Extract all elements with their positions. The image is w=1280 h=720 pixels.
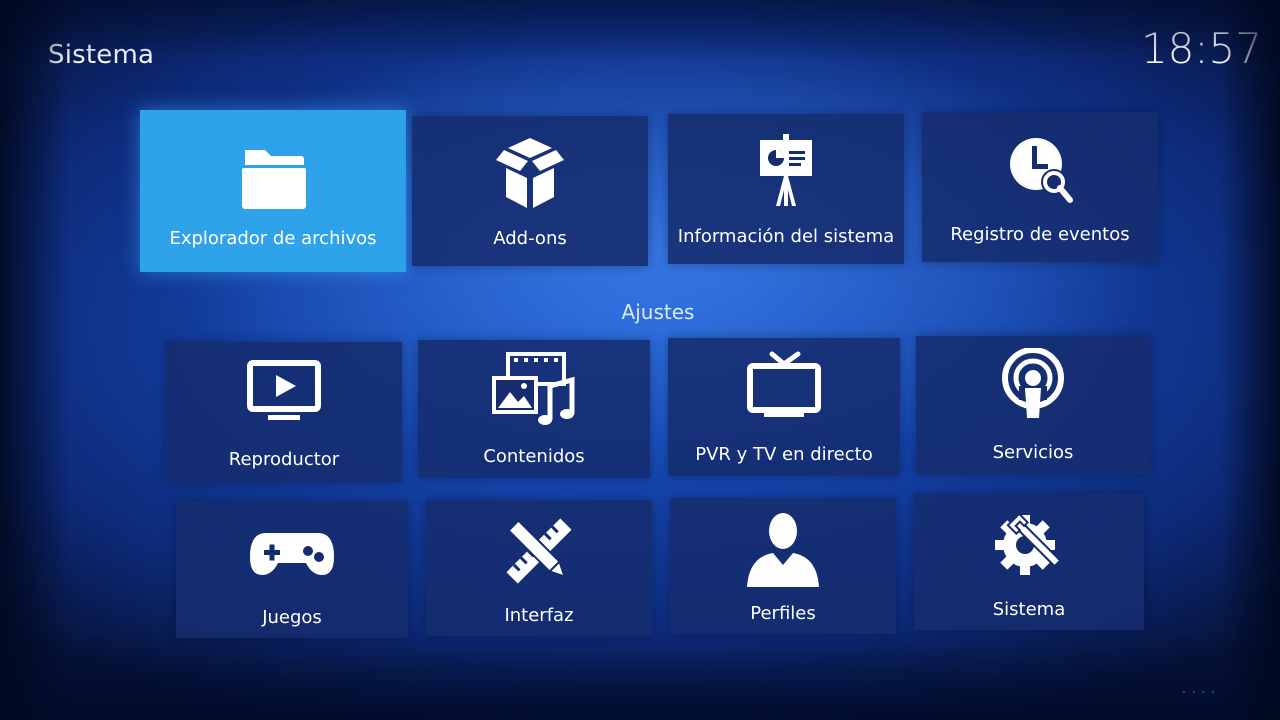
play-monitor-icon [234, 355, 334, 435]
tile-label: Perfiles [750, 602, 816, 624]
tile-label: Explorador de archivos [169, 227, 377, 249]
pencil-ruler-icon [489, 511, 589, 591]
box-icon [480, 134, 580, 214]
presentation-icon [736, 132, 836, 212]
tile-label: Add-ons [493, 227, 567, 249]
tile-player[interactable]: Reproductor [166, 342, 402, 482]
tile-label: Interfaz [504, 604, 574, 626]
tile-event-log[interactable]: Registro de eventos [922, 112, 1158, 262]
tile-label: Juegos [262, 606, 322, 628]
tile-interface[interactable]: Interfaz [426, 500, 652, 636]
tile-media[interactable]: Contenidos [418, 340, 650, 478]
page-indicator-dots: .... [1181, 677, 1220, 698]
gamepad-icon [242, 513, 342, 593]
tile-services[interactable]: Servicios [916, 336, 1150, 474]
tile-label: Registro de eventos [950, 223, 1130, 245]
tile-pvr-live-tv[interactable]: PVR y TV en directo [668, 338, 900, 476]
folder-icon [223, 134, 323, 214]
tile-games[interactable]: Juegos [176, 502, 408, 638]
section-title-settings: Ajustes [621, 300, 695, 324]
tile-file-explorer[interactable]: Explorador de archivos [140, 110, 406, 272]
tile-addons[interactable]: Add-ons [412, 116, 648, 266]
gear-wrench-icon [979, 505, 1079, 585]
tile-profiles[interactable]: Perfiles [670, 498, 896, 634]
clock-search-icon [990, 130, 1090, 210]
tile-label: PVR y TV en directo [695, 443, 873, 465]
tile-system[interactable]: Sistema [914, 494, 1144, 630]
tile-label: Servicios [992, 441, 1074, 463]
tile-label: Información del sistema [677, 225, 895, 247]
media-icon [484, 351, 584, 432]
broadcast-icon [983, 347, 1083, 428]
tv-icon [734, 350, 834, 430]
tile-label: Contenidos [483, 445, 585, 467]
tile-label: Reproductor [228, 448, 340, 470]
tile-label: Sistema [992, 598, 1066, 620]
person-icon [733, 509, 833, 589]
clock: 18:57 [1140, 24, 1262, 73]
page-title: Sistema [48, 40, 155, 70]
tile-system-info[interactable]: Información del sistema [668, 114, 904, 264]
